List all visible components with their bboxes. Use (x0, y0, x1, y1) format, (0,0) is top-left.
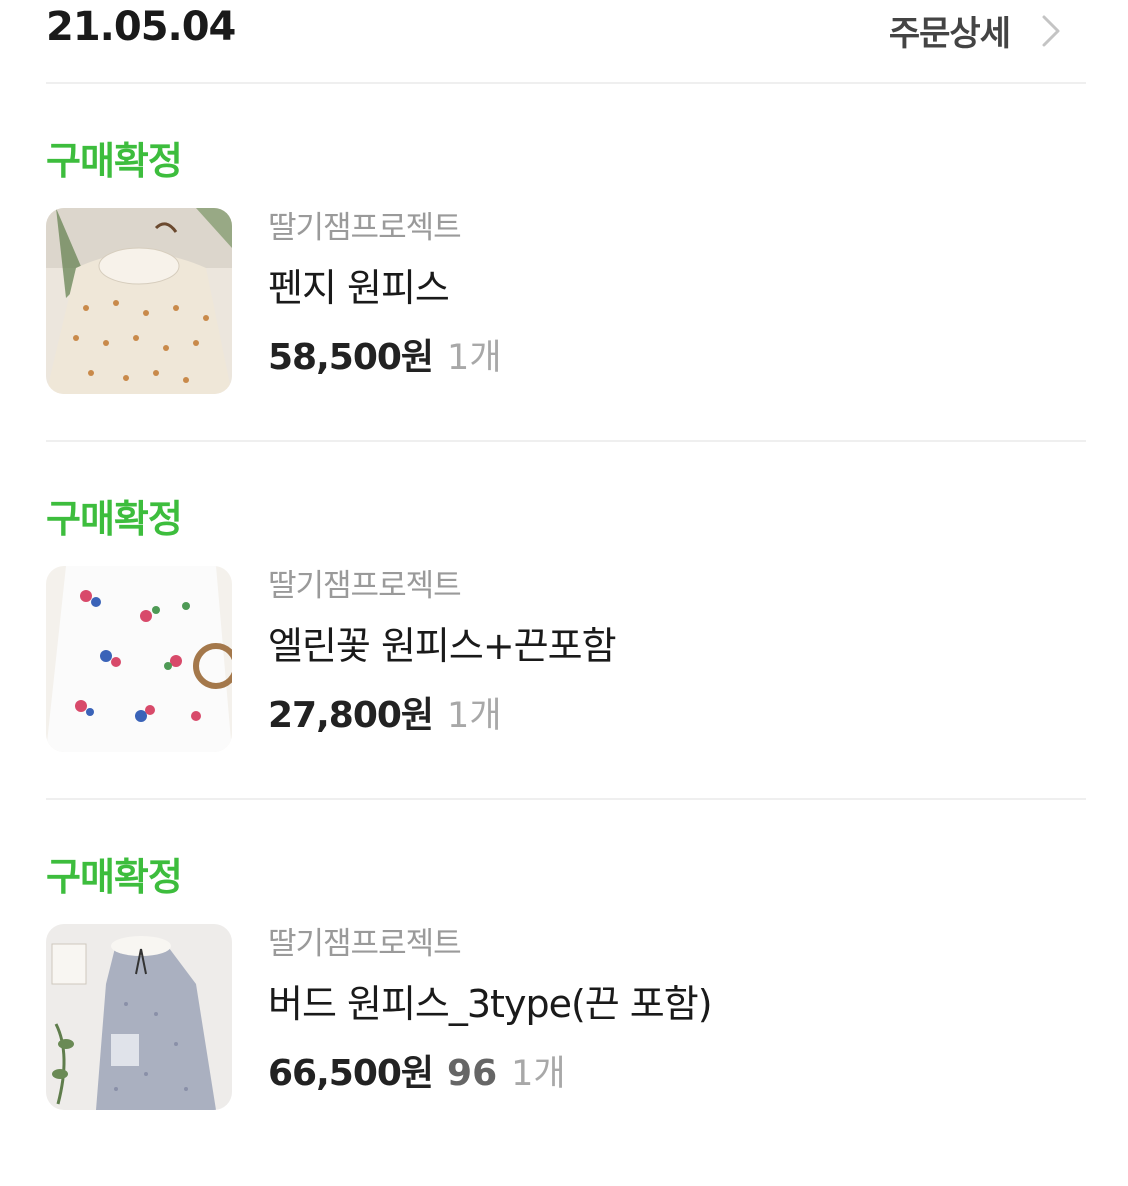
seller-name[interactable]: 딸기잼프로젝트 (268, 566, 616, 606)
order-item: 구매확정 딸기잼프로젝트 펜지 원피스 58,500원 1개 (0, 130, 1128, 470)
divider (46, 440, 1086, 442)
product-thumbnail[interactable] (46, 924, 232, 1110)
product-name[interactable]: 펜지 원피스 (268, 266, 502, 310)
order-item: 구매확정 딸기잼프로젝트 버드 원피스_3type(끈 포함) 66,500원 … (0, 846, 1128, 1186)
product-quantity: 1개 (447, 696, 502, 736)
product-price: 66,500원 (268, 1053, 434, 1094)
order-status: 구매확정 (46, 855, 183, 899)
product-price: 58,500원 (268, 337, 434, 378)
chevron-right-icon (1042, 15, 1060, 46)
price-row: 58,500원 1개 (268, 328, 502, 380)
product-extra-number: 96 (447, 1053, 498, 1094)
order-status: 구매확정 (46, 139, 183, 183)
product-name[interactable]: 엘린꽃 원피스+끈포함 (268, 624, 617, 668)
order-date: 21.05.04 (46, 4, 236, 50)
order-item: 구매확정 딸기잼프로젝트 엘린꽃 원피스+끈포함 27,800원 1개 (0, 488, 1128, 828)
price-row: 66,500원 96 1개 (268, 1044, 712, 1096)
divider (46, 798, 1086, 800)
product-quantity: 1개 (511, 1054, 566, 1094)
product-thumbnail[interactable] (46, 208, 232, 394)
product-price: 27,800원 (268, 695, 434, 736)
divider (46, 82, 1086, 84)
product-thumbnail[interactable] (46, 566, 232, 752)
product-name[interactable]: 버드 원피스_3type(끈 포함) (268, 982, 713, 1026)
order-info: 딸기잼프로젝트 엘린꽃 원피스+끈포함 27,800원 1개 (268, 566, 617, 738)
order-detail-link[interactable]: 주문상세 (889, 6, 1066, 55)
order-detail-label: 주문상세 (888, 14, 1011, 54)
order-status: 구매확정 (46, 497, 183, 541)
seller-name[interactable]: 딸기잼프로젝트 (268, 208, 502, 248)
order-info: 딸기잼프로젝트 펜지 원피스 58,500원 1개 (268, 208, 502, 380)
order-header: 21.05.04 주문상세 (0, 0, 1128, 84)
product-quantity: 1개 (447, 338, 502, 378)
seller-name[interactable]: 딸기잼프로젝트 (268, 924, 712, 964)
price-row: 27,800원 1개 (268, 686, 616, 738)
order-info: 딸기잼프로젝트 버드 원피스_3type(끈 포함) 66,500원 96 1개 (268, 924, 713, 1096)
